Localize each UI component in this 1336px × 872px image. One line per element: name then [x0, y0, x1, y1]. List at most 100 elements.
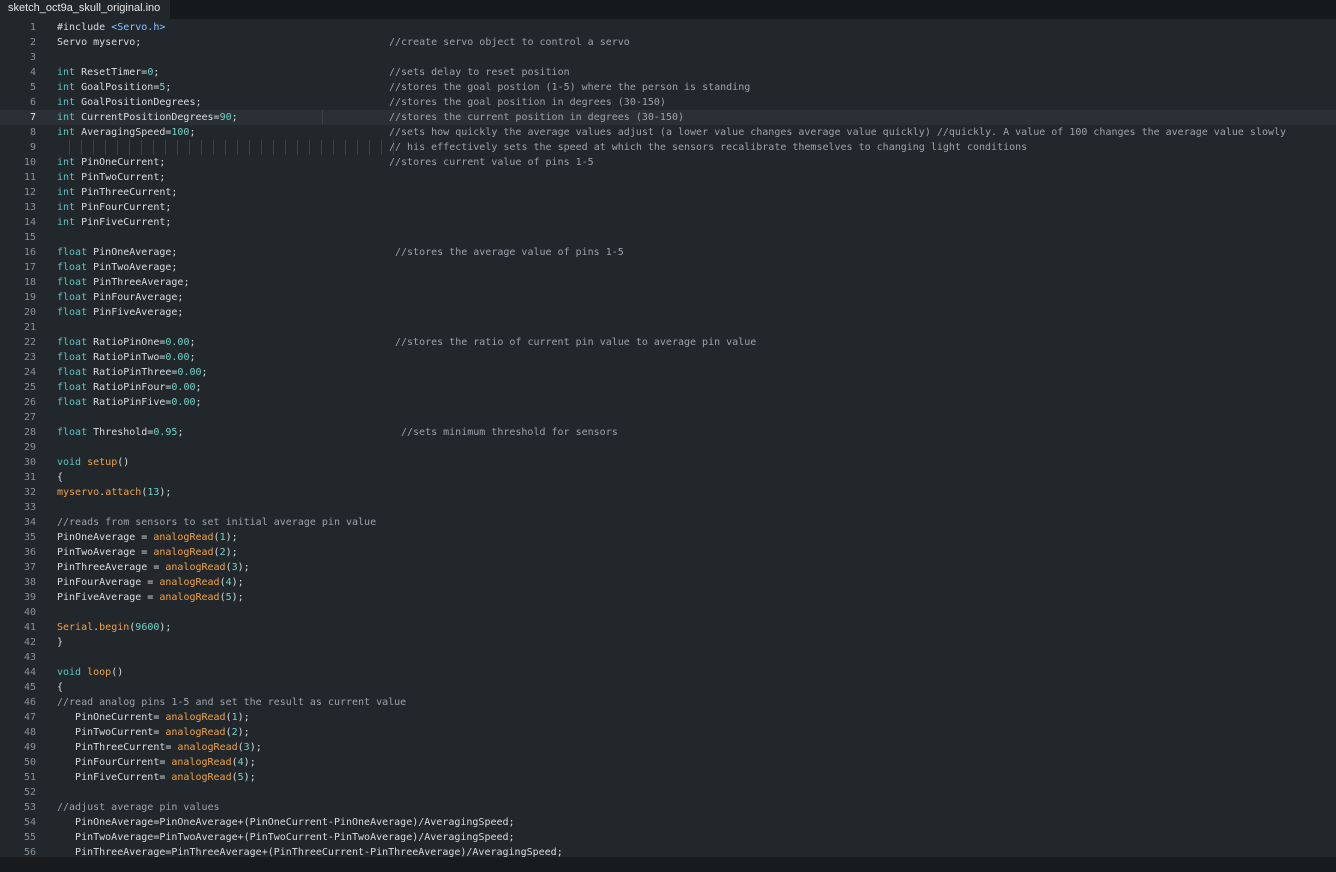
code-token: ; — [189, 352, 196, 363]
code-text: float RatioPinTwo=0.00; — [57, 350, 196, 365]
code-line: 11 int PinTwoCurrent; — [0, 170, 1336, 185]
line-number: 21 — [23, 322, 36, 333]
code-token: float — [57, 307, 88, 318]
code-token: RatioPinTwo= — [87, 352, 166, 363]
line-number: 29 — [23, 442, 36, 453]
code-line: 48 PinTwoCurrent= analogRead(2); — [0, 725, 1336, 740]
code-text: float RatioPinFive=0.00; — [57, 395, 202, 410]
code-token: #include — [57, 22, 112, 33]
code-text: int PinFiveCurrent; — [57, 215, 171, 230]
code-comment: //sets minimum threshold for sensors — [401, 427, 618, 438]
line-number: 16 — [23, 247, 36, 258]
indent-guide — [213, 140, 214, 155]
code-text: int PinFourCurrent; — [57, 200, 171, 215]
code-text: PinTwoAverage = analogRead(2); — [57, 545, 238, 560]
indent-guide — [333, 140, 334, 155]
code-token: PinTwoAverage; — [87, 262, 178, 273]
code-editor[interactable]: 1 #include <Servo.h> 2 Servo myservo; //crea… — [0, 19, 1336, 857]
code-line: 9 // his effectively sets the speed at wh… — [0, 140, 1336, 155]
code-token: ); — [237, 712, 250, 723]
code-text: int AveragingSpeed=100; — [57, 125, 195, 140]
line-number: 36 — [23, 547, 36, 558]
code-token: PinTwoCurrent= — [57, 727, 166, 738]
indent-guide — [201, 140, 202, 155]
code-token: ; — [153, 67, 160, 78]
code-token: ; — [165, 82, 172, 93]
code-token: analogRead — [171, 757, 232, 768]
line-number: 55 — [23, 832, 36, 843]
code-token: void — [57, 667, 82, 678]
code-token: () — [117, 457, 130, 468]
code-token: PinFourAverage = — [57, 577, 160, 588]
code-token: { — [57, 682, 64, 693]
line-number: 43 — [23, 652, 36, 663]
line-number: 5 — [29, 82, 36, 93]
code-comment: //stores the average value of pins 1-5 — [395, 247, 624, 258]
code-token: 90 — [219, 112, 232, 123]
code-token: ; — [195, 382, 202, 393]
code-line: 36 PinTwoAverage = analogRead(2); — [0, 545, 1336, 560]
code-token: PinFiveCurrent; — [75, 217, 172, 228]
line-number: 31 — [23, 472, 36, 483]
code-token: float — [57, 382, 88, 393]
line-number: 6 — [29, 97, 36, 108]
indent-guide — [297, 140, 298, 155]
code-token: 100 — [171, 127, 190, 138]
code-token: ); — [159, 487, 172, 498]
line-number: 56 — [23, 847, 36, 857]
line-number: 15 — [23, 232, 36, 243]
code-token: PinTwoAverage = — [57, 547, 154, 558]
code-line: 47 PinOneCurrent= analogRead(1); — [0, 710, 1336, 725]
indent-guide — [345, 140, 346, 155]
line-number: 3 — [29, 52, 36, 63]
code-text: { — [57, 680, 63, 695]
code-token: RatioPinFive= — [87, 397, 172, 408]
line-number: 2 — [29, 37, 36, 48]
code-token: float — [57, 397, 88, 408]
line-number: 35 — [23, 532, 36, 543]
line-number: 25 — [23, 382, 36, 393]
code-comment: //stores the goal postion (1-5) where th… — [389, 82, 751, 93]
code-token: ; — [189, 127, 196, 138]
code-text: int PinOneCurrent; — [57, 155, 165, 170]
indent-guide — [357, 140, 358, 155]
code-token: ; — [231, 112, 238, 123]
code-token: int — [57, 67, 76, 78]
code-token: ); — [243, 772, 256, 783]
code-token: PinFourCurrent; — [75, 202, 172, 213]
line-number: 34 — [23, 517, 36, 528]
code-line: 34 //reads from sensors to set initial av… — [0, 515, 1336, 530]
code-token: float — [57, 277, 88, 288]
code-line: 8 int AveragingSpeed=100; //sets how quick… — [0, 125, 1336, 140]
line-number: 28 — [23, 427, 36, 438]
line-number: 40 — [23, 607, 36, 618]
code-token: int — [57, 157, 76, 168]
code-line: 18 float PinThreeAverage; — [0, 275, 1336, 290]
code-text: float Threshold=0.95; — [57, 425, 183, 440]
line-number: 50 — [23, 757, 36, 768]
code-token: 13 — [147, 487, 160, 498]
indent-guide — [165, 140, 166, 155]
code-token: //reads from sensors to set initial aver… — [57, 517, 377, 528]
code-line: 55 PinTwoAverage=PinTwoAverage+(PinTwoCu… — [0, 830, 1336, 845]
code-text: float RatioPinFour=0.00; — [57, 380, 202, 395]
line-number: 54 — [23, 817, 36, 828]
line-number: 41 — [23, 622, 36, 633]
code-line: 41 Serial.begin(9600); — [0, 620, 1336, 635]
line-number: 24 — [23, 367, 36, 378]
tab-file[interactable]: sketch_oct9a_skull_original.ino — [0, 0, 170, 19]
line-number: 4 — [29, 67, 36, 78]
code-text: PinFiveAverage = analogRead(5); — [57, 590, 244, 605]
code-token: PinTwoCurrent; — [75, 172, 166, 183]
code-token: PinTwoAverage=PinTwoAverage+(PinTwoCurre… — [57, 832, 515, 843]
code-line: 1 #include <Servo.h> — [0, 20, 1336, 35]
line-number: 19 — [23, 292, 36, 303]
code-token: AveragingSpeed= — [75, 127, 172, 138]
code-token: PinThreeAverage = — [57, 562, 166, 573]
code-token: ); — [249, 742, 262, 753]
code-token: analogRead — [153, 547, 214, 558]
code-text: float PinThreeAverage; — [57, 275, 189, 290]
code-text: int GoalPositionDegrees; — [57, 95, 202, 110]
code-line: 51 PinFiveCurrent= analogRead(5); — [0, 770, 1336, 785]
code-token: ; — [201, 367, 208, 378]
